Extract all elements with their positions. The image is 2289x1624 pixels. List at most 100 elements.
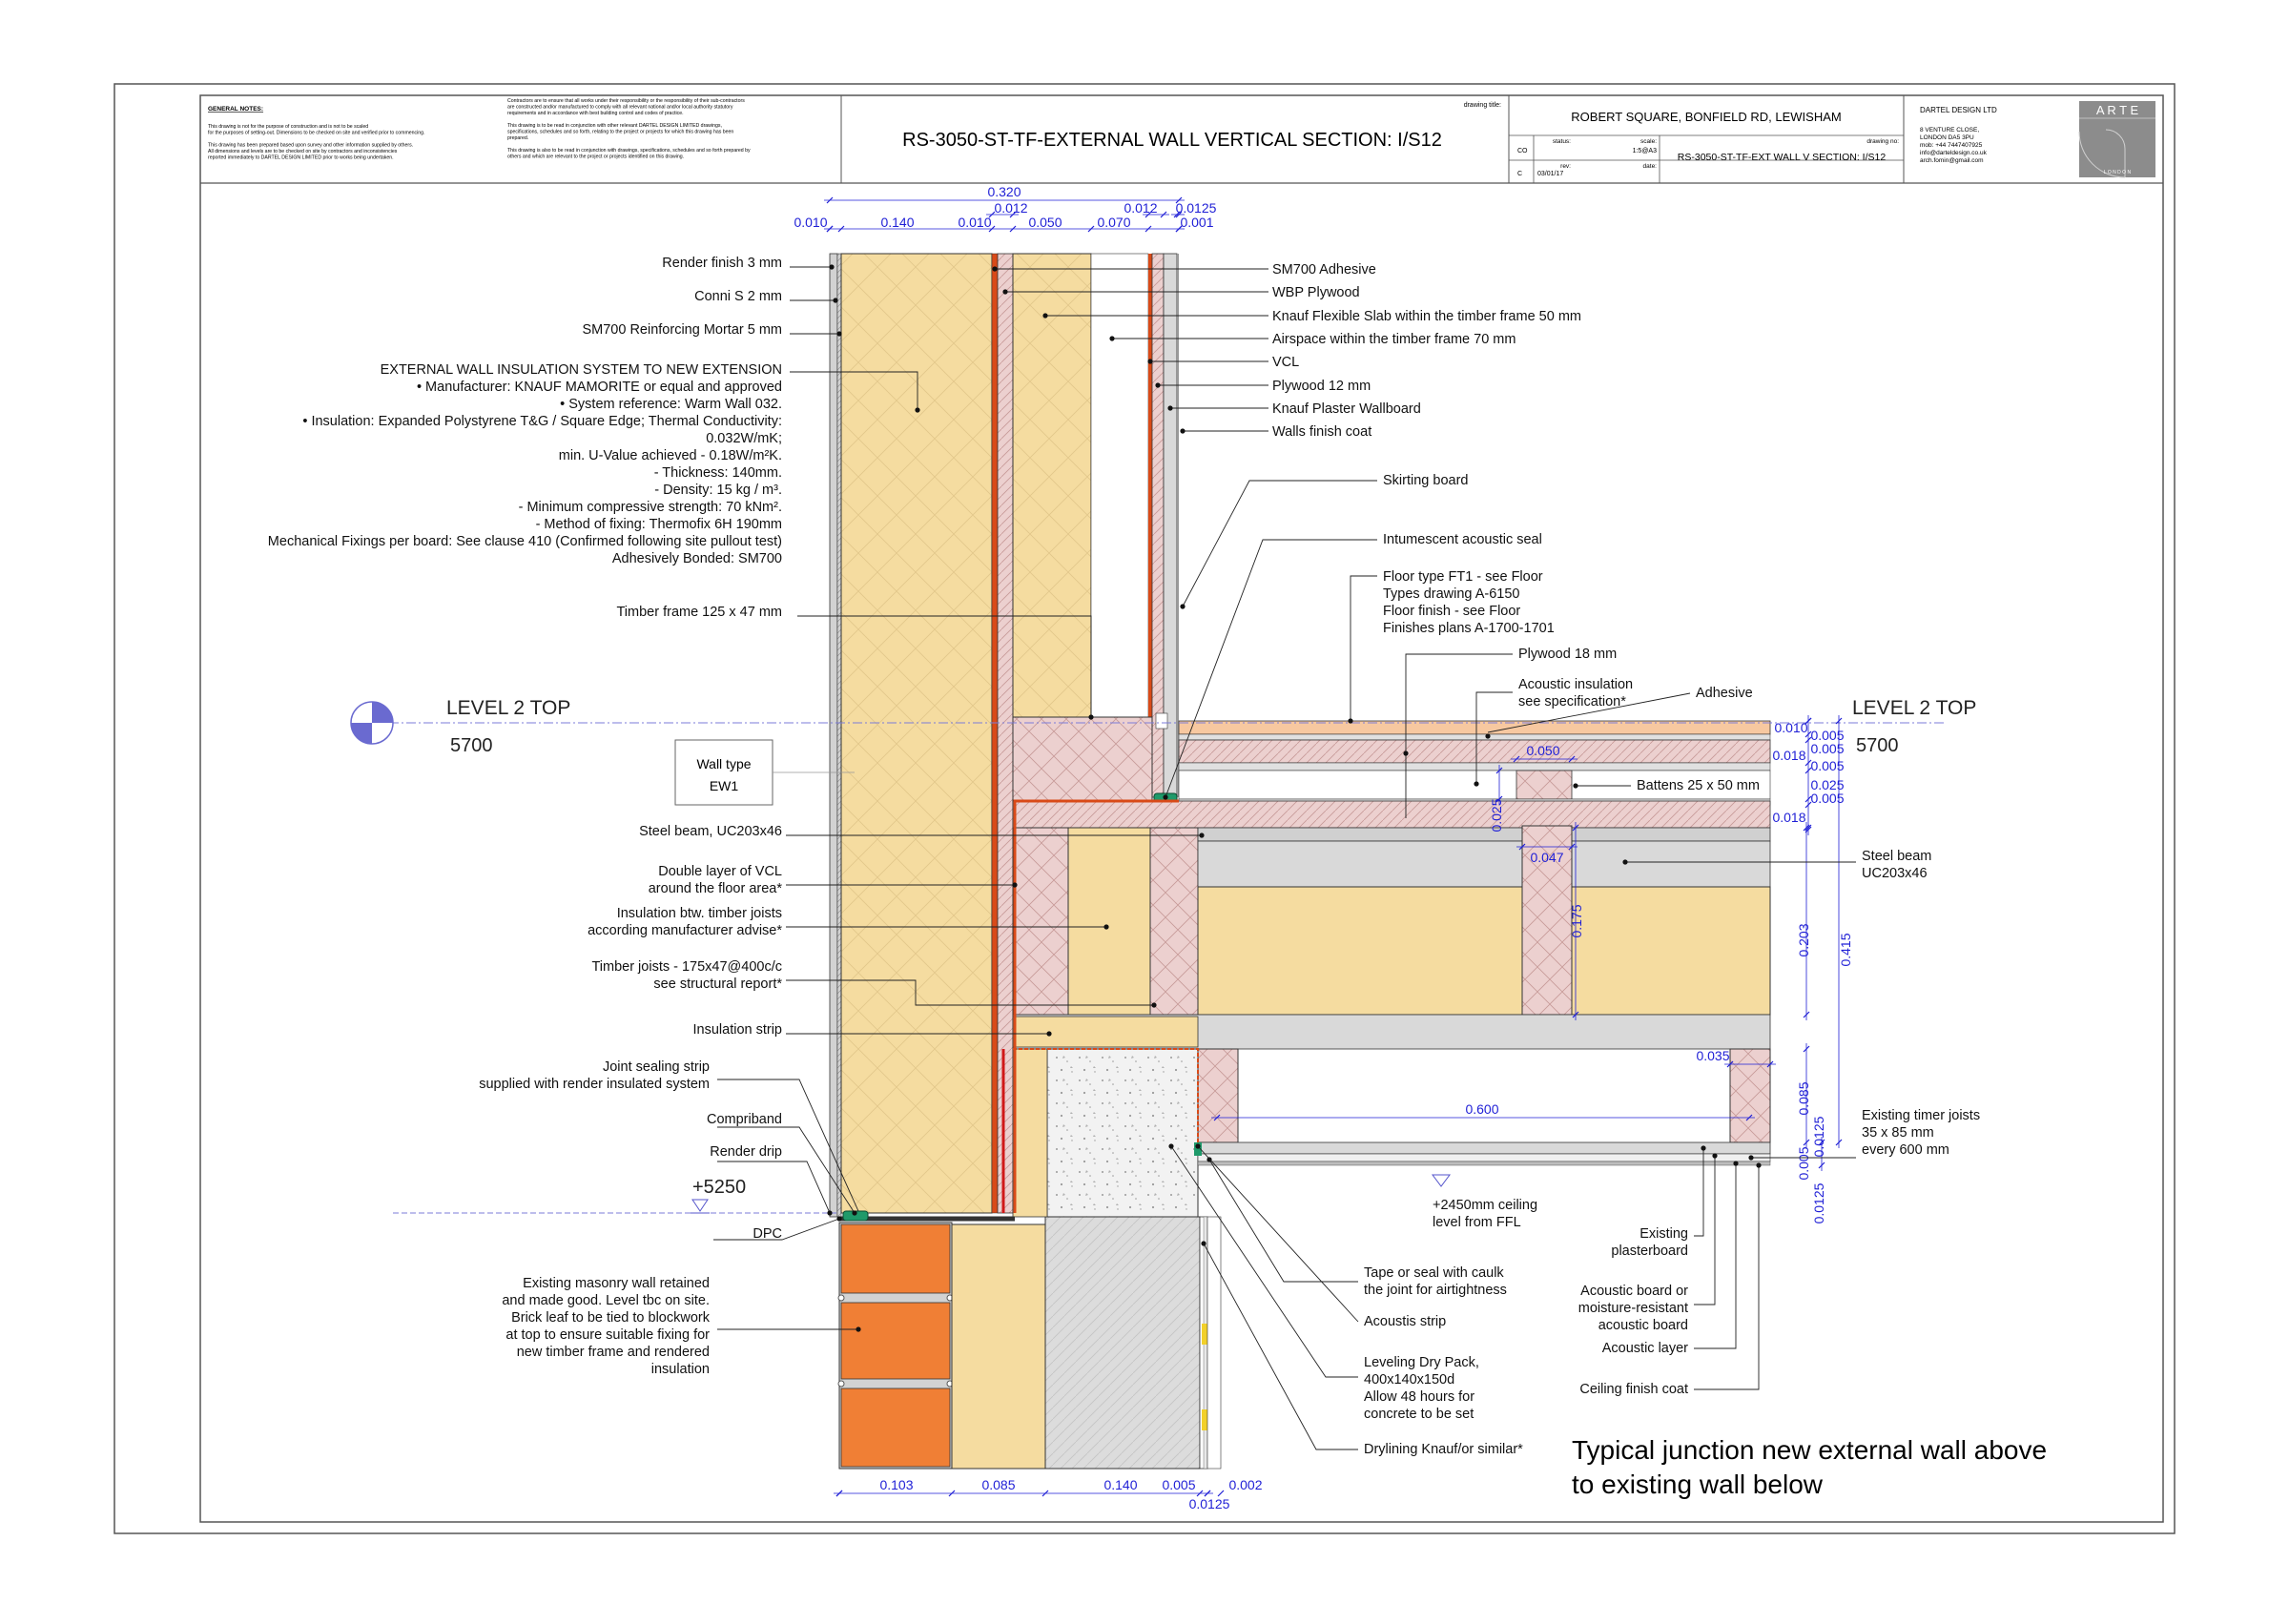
drawing-title: RS-3050-ST-TF-EXTERNAL WALL VERTICAL SEC…: [902, 130, 1442, 151]
annotation-text: Ceiling finish coat: [1579, 1382, 1688, 1397]
scale-value: 1:5@A3: [1633, 148, 1658, 154]
leader-dot: [1199, 833, 1205, 838]
annotation-text: Leveling Dry Pack,: [1364, 1355, 1479, 1370]
note-line: for the purposes of setting-out. Dimensi…: [208, 131, 425, 136]
annotation-text: Insulation strip: [693, 1022, 783, 1038]
level-left-value: 5700: [450, 735, 493, 756]
leader-line: [1197, 1145, 1359, 1323]
annotation-text: 35 x 85 mm: [1862, 1125, 1934, 1141]
batten: [1516, 770, 1573, 800]
annotation-text: Knauf Plaster Wallboard: [1272, 401, 1421, 417]
annotation-text: Existing: [1639, 1226, 1688, 1242]
dim-label: 0.0125: [1811, 1182, 1826, 1223]
annotation-text: Finishes plans A-1700-1701: [1383, 621, 1555, 636]
timber-frame-wall: [1012, 253, 1179, 804]
leader-dot: [1712, 1153, 1718, 1159]
annotation-text: • Manufacturer: KNAUF MAMORITE or equal …: [417, 380, 782, 395]
leader-line: [1182, 480, 1377, 607]
leader-dot: [1622, 859, 1628, 865]
note-line: All dimensions and levels are to be chec…: [208, 149, 398, 154]
dim-label: 0.005: [1810, 791, 1844, 806]
leader-line: [1203, 1243, 1358, 1450]
rev-value: C: [1517, 171, 1522, 177]
dim-label: 0.085: [981, 1477, 1015, 1492]
status-value: CO: [1517, 148, 1528, 154]
leader-dot: [852, 1210, 857, 1216]
leader-dot: [1748, 1155, 1754, 1161]
leader-dot: [1206, 1157, 1212, 1162]
leader-line: [1350, 575, 1377, 721]
leader-dot: [829, 264, 835, 270]
leader-dot: [1474, 781, 1479, 787]
annotation-text: the joint for airtightness: [1364, 1283, 1507, 1298]
dim-label: 0.005: [1162, 1477, 1195, 1492]
annotation-text: - Thickness: 140mm.: [654, 465, 782, 481]
note-line: prepared.: [507, 135, 528, 141]
leader-dot: [1012, 882, 1018, 888]
notes-left: This drawing is not for the purpose of c…: [208, 124, 425, 161]
dim-label: 0.018: [1772, 810, 1805, 825]
leader-dot: [1103, 924, 1109, 930]
existing-plasterboard: [1197, 1141, 1771, 1155]
rev-label: rev:: [1560, 163, 1571, 170]
annotation-text: VCL: [1272, 355, 1299, 370]
note-line: reported immediately to DARTEL DESIGN LI…: [208, 155, 394, 161]
skirting-board: [1155, 712, 1168, 730]
annotation-text: Allow 48 hours for: [1364, 1389, 1474, 1405]
note-line: requirements and in accordance with best…: [507, 111, 684, 116]
company-name: DARTEL DESIGN LTD: [1920, 106, 1997, 114]
annotation-text: Steel beam, UC203x46: [639, 824, 782, 839]
leader-dot: [1109, 336, 1115, 341]
annotation-text: Knauf Flexible Slab within the timber fr…: [1272, 309, 1581, 324]
leader-dot: [1151, 1002, 1157, 1008]
dim-label: 0.050: [1028, 215, 1062, 230]
annotation-text: Acoustic board or: [1580, 1284, 1688, 1299]
drawing-title-label: drawing title:: [1464, 102, 1501, 109]
leader-dot: [1155, 382, 1161, 388]
annotation-text: around the floor area*: [649, 881, 783, 896]
leveling-dry-pack: [1046, 1048, 1199, 1218]
annotation-text: SM700 Adhesive: [1272, 262, 1376, 278]
leader-dot: [1147, 359, 1153, 364]
dim-label: 0.005: [1796, 1146, 1811, 1180]
annotation-text: Steel beam: [1862, 849, 1931, 864]
dim-label: 0.070: [1097, 215, 1130, 230]
dim-label: 0.012: [1124, 200, 1157, 216]
dim-label: 0.005: [1810, 741, 1844, 756]
annotation-text: Conni S 2 mm: [694, 289, 782, 304]
existing-joist-2: [1729, 1048, 1771, 1143]
note-line: This drawing has been prepared based upo…: [208, 143, 413, 149]
annotation-text: Plywood 12 mm: [1272, 379, 1371, 394]
annotation-text: Drylining Knauf/or similar*: [1364, 1442, 1523, 1457]
dim-label: 0.050: [1526, 743, 1559, 758]
leader-dot: [1485, 733, 1491, 739]
annotation-text: and made good. Level tbc on site.: [502, 1293, 710, 1308]
annotation-text: Floor type FT1 - see Floor: [1383, 569, 1543, 585]
leader-dot: [1002, 289, 1008, 295]
annotation-text: see specification*: [1518, 694, 1626, 709]
leader-dot: [1163, 794, 1168, 800]
note-line: specifications, schedules and so forth, …: [507, 130, 733, 135]
annotation-text: every 600 mm: [1862, 1142, 1949, 1158]
dim-label: 0.203: [1796, 923, 1811, 956]
annotation-text: Adhesively Bonded: SM700: [612, 551, 782, 566]
wall-type-label: Wall type: [696, 756, 751, 771]
annotation-text: Walls finish coat: [1272, 424, 1371, 440]
steel-beam-flange-top: [1197, 827, 1771, 842]
dim-label: 0.012: [994, 200, 1027, 216]
subfloor-plywood: [1012, 800, 1771, 829]
date-value: 03/01/17: [1537, 171, 1563, 177]
annotation-text: moisture-resistant: [1578, 1301, 1688, 1316]
caption-line-2: to existing wall below: [1572, 1470, 1824, 1499]
steel-beam: [1197, 840, 1771, 888]
annotation-text: • System reference: Warm Wall 032.: [560, 397, 782, 412]
annotation-text: 0.032W/mK;: [706, 431, 782, 446]
notes-right: Contractors are to ensure that all works…: [507, 98, 751, 160]
dim-label: 0.0125: [1176, 200, 1217, 216]
brick: [840, 1388, 951, 1468]
leader-dot: [1733, 1161, 1739, 1166]
annotation-text: plasterboard: [1611, 1244, 1688, 1259]
insulation-strip: [1012, 1016, 1199, 1048]
dim-label: 0.103: [879, 1477, 913, 1492]
knauf-flexible-slab: [1012, 253, 1092, 718]
